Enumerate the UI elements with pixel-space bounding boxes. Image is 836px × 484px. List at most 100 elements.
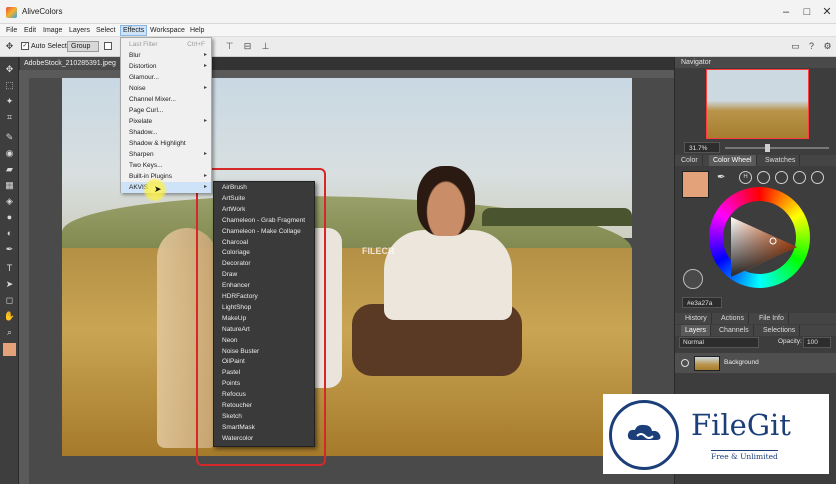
settings-icon[interactable]: ⚙: [822, 41, 833, 52]
bucket-tool-icon[interactable]: ◈: [3, 195, 16, 208]
close-button[interactable]: ✕: [817, 4, 836, 20]
effects-menu-item[interactable]: Shadow & Highlight: [121, 138, 211, 149]
akvis-menu-item[interactable]: Sketch: [214, 412, 314, 423]
menu-effects[interactable]: Effects: [120, 25, 148, 36]
color-triangle[interactable]: [717, 197, 803, 283]
eyedropper-icon[interactable]: ✒: [717, 172, 725, 183]
menu-file[interactable]: File: [4, 25, 19, 36]
tab-color-wheel[interactable]: Color Wheel: [709, 155, 757, 166]
zoom-slider-handle[interactable]: [765, 144, 770, 152]
visibility-eye-icon[interactable]: [681, 359, 689, 367]
akvis-menu-item[interactable]: LightShop: [214, 303, 314, 314]
akvis-menu-item[interactable]: Neon: [214, 336, 314, 347]
tab-actions[interactable]: Actions: [717, 313, 749, 324]
blend-mode-select[interactable]: Normal: [679, 337, 759, 348]
maximize-button[interactable]: □: [797, 4, 817, 20]
akvis-menu-item[interactable]: Draw: [214, 270, 314, 281]
group-select[interactable]: Group: [67, 41, 99, 52]
tab-channels[interactable]: Channels: [715, 325, 754, 336]
akvis-menu-item[interactable]: Points: [214, 379, 314, 390]
menu-select[interactable]: Select: [94, 25, 117, 36]
marquee-tool-icon[interactable]: ⬚: [3, 79, 16, 92]
color-mode-h-button[interactable]: H: [739, 171, 752, 184]
akvis-menu-item[interactable]: Decorator: [214, 259, 314, 270]
help-icon[interactable]: ?: [806, 41, 817, 52]
pen-tool-icon[interactable]: ✒: [3, 243, 16, 256]
brush-tool-icon[interactable]: ✎: [3, 131, 16, 144]
tab-history[interactable]: History: [681, 313, 712, 324]
navigator-thumbnail[interactable]: [706, 69, 809, 139]
crop-tool-icon[interactable]: ⌗: [3, 111, 16, 124]
move-tool-icon[interactable]: ✥: [3, 63, 16, 76]
clone-tool-icon[interactable]: ◉: [3, 147, 16, 160]
effects-menu-item[interactable]: Channel Mixer...: [121, 94, 211, 105]
akvis-menu-item[interactable]: ArtSuite: [214, 194, 314, 205]
tab-file-info[interactable]: File Info: [755, 313, 789, 324]
effects-menu-item[interactable]: Last Filter Ctrl+F: [121, 39, 211, 50]
align-middle-icon[interactable]: ⊟: [242, 41, 253, 52]
feedback-icon[interactable]: ▭: [790, 41, 801, 52]
tab-selections[interactable]: Selections: [759, 325, 801, 336]
akvis-menu-item[interactable]: Watercolor: [214, 434, 314, 445]
text-tool-icon[interactable]: T: [3, 262, 16, 275]
menu-layers[interactable]: Layers: [67, 25, 92, 36]
akvis-menu-item[interactable]: SmartMask: [214, 423, 314, 434]
shape-tool-icon[interactable]: ◻: [3, 294, 16, 307]
effects-menu-item[interactable]: Two Keys...: [121, 160, 211, 171]
akvis-menu-item[interactable]: Refocus: [214, 390, 314, 401]
color-mode-g-button[interactable]: [811, 171, 824, 184]
menu-help[interactable]: Help: [188, 25, 206, 36]
akvis-menu-item[interactable]: OilPaint: [214, 357, 314, 368]
color-mode-s-button[interactable]: [757, 171, 770, 184]
akvis-menu-item[interactable]: HDRFactory: [214, 292, 314, 303]
show-transform-checkbox[interactable]: [104, 42, 112, 50]
path-select-icon[interactable]: ➤: [3, 278, 16, 291]
akvis-menu-item[interactable]: MakeUp: [214, 314, 314, 325]
foreground-color-swatch[interactable]: [3, 343, 16, 356]
menu-image[interactable]: Image: [41, 25, 64, 36]
zoom-field[interactable]: 31.7%: [684, 142, 720, 153]
akvis-menu-item[interactable]: Charcoal: [214, 238, 314, 249]
effects-menu-item[interactable]: Noise ▸: [121, 83, 211, 94]
color-mode-b-button[interactable]: [775, 171, 788, 184]
auto-select-checkbox[interactable]: ✓: [21, 42, 29, 50]
akvis-menu-item[interactable]: Enhancer: [214, 281, 314, 292]
akvis-menu-item[interactable]: ArtWork: [214, 205, 314, 216]
swap-colors-button[interactable]: [683, 269, 703, 289]
align-bottom-icon[interactable]: ⊥: [260, 41, 271, 52]
dodge-tool-icon[interactable]: ◐: [3, 227, 16, 240]
effects-menu-item[interactable]: Page Curl...: [121, 105, 211, 116]
move-tool-icon[interactable]: ✥: [4, 41, 15, 52]
tab-color[interactable]: Color: [677, 155, 703, 166]
color-mode-r-button[interactable]: [793, 171, 806, 184]
gradient-tool-icon[interactable]: ▦: [3, 179, 16, 192]
tab-swatches[interactable]: Swatches: [761, 155, 801, 166]
zoom-tool-icon[interactable]: ⌕: [3, 326, 16, 339]
hex-value-field[interactable]: #e3a27a: [682, 297, 722, 308]
document-tab[interactable]: AdobeStock_210285391.jpeg: [20, 57, 122, 70]
akvis-menu-item[interactable]: Coloriage: [214, 248, 314, 259]
minimize-button[interactable]: –: [776, 4, 796, 20]
effects-menu-item[interactable]: Sharpen ▸: [121, 149, 211, 160]
zoom-slider[interactable]: [725, 147, 829, 149]
eraser-tool-icon[interactable]: ▰: [3, 163, 16, 176]
akvis-menu-item[interactable]: Chameleon - Grab Fragment: [214, 216, 314, 227]
akvis-menu-item[interactable]: Chameleon - Make Collage: [214, 227, 314, 238]
menu-edit[interactable]: Edit: [22, 25, 38, 36]
magic-wand-icon[interactable]: ✦: [3, 95, 16, 108]
layer-row[interactable]: Background: [675, 353, 836, 373]
blur-tool-icon[interactable]: ●: [3, 211, 16, 224]
opacity-field[interactable]: 100: [803, 337, 831, 348]
menu-workspace[interactable]: Workspace: [148, 25, 187, 36]
tab-layers[interactable]: Layers: [681, 325, 712, 336]
effects-menu-item[interactable]: Glamour...: [121, 72, 211, 83]
akvis-menu-item[interactable]: Pastel: [214, 368, 314, 379]
akvis-menu-item[interactable]: Noise Buster: [214, 347, 314, 358]
effects-menu-item[interactable]: Distortion ▸: [121, 61, 211, 72]
effects-menu-item[interactable]: Built-in Plugins ▸: [121, 171, 211, 182]
current-color-swatch[interactable]: [682, 171, 709, 198]
akvis-menu-item[interactable]: Retoucher: [214, 401, 314, 412]
align-top-icon[interactable]: ⊤: [224, 41, 235, 52]
effects-menu-item[interactable]: Shadow...: [121, 127, 211, 138]
akvis-menu-item[interactable]: NatureArt: [214, 325, 314, 336]
